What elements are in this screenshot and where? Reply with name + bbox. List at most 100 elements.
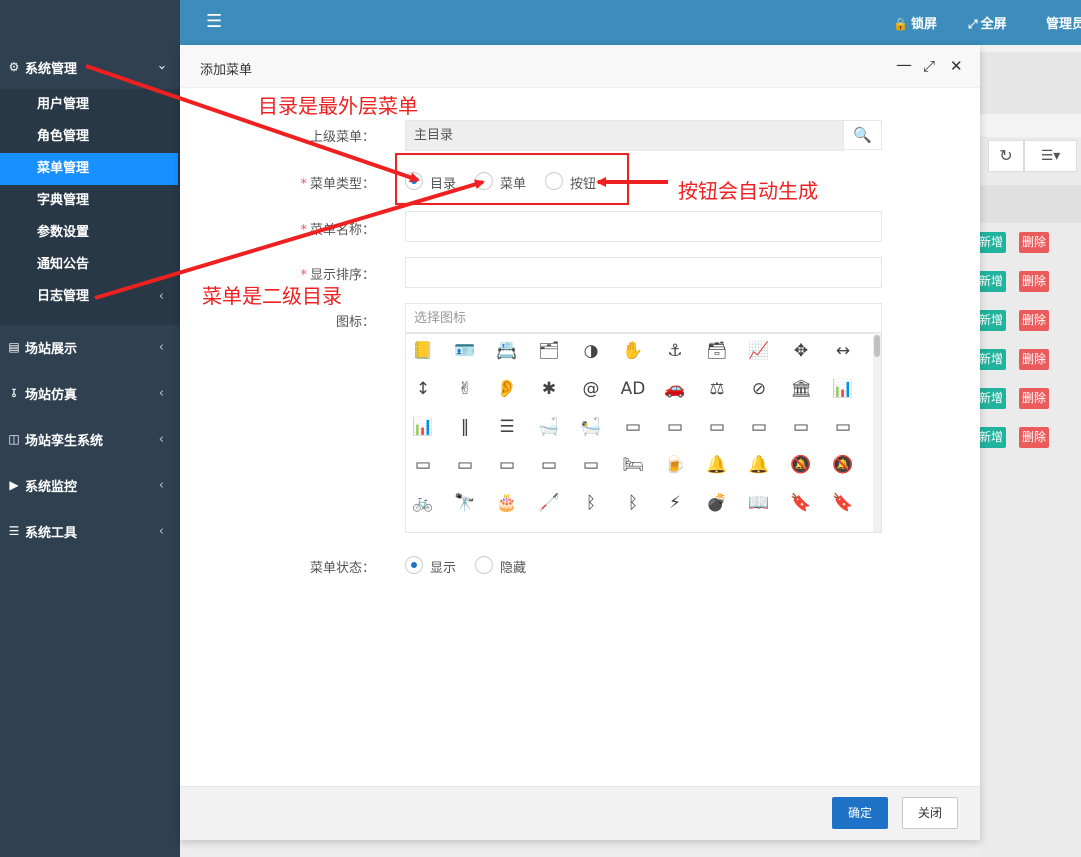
confirm-button[interactable]: 确定 xyxy=(832,797,888,829)
background-add-button[interactable]: 新增 xyxy=(976,310,1007,331)
barcode-icon[interactable]: ‖ xyxy=(452,414,478,440)
battery-1-icon[interactable]: ▭ xyxy=(536,452,562,478)
bell-slash-o-icon[interactable]: 🔕 xyxy=(830,452,856,478)
adjust-icon[interactable]: ◑ xyxy=(578,338,604,364)
sidebar-group-station-sim[interactable]: ⫱ 场站仿真 ‹ xyxy=(0,376,180,410)
sidebar-group-monitor[interactable]: ▶ 系统监控 ‹ xyxy=(0,468,180,502)
at-icon[interactable]: @ xyxy=(578,376,604,402)
sidebar-item-roles[interactable]: 角色管理 xyxy=(0,121,178,153)
minimize-icon[interactable]: — xyxy=(896,55,912,74)
bicycle-icon[interactable]: 🚲 xyxy=(410,490,436,516)
bell-slash-icon[interactable]: 🔕 xyxy=(788,452,814,478)
bar-chart-o-icon[interactable]: 📊 xyxy=(410,414,436,440)
bed-icon[interactable]: 🛏 xyxy=(620,452,646,478)
background-delete-button[interactable]: 删除 xyxy=(1019,427,1050,448)
battery-2-icon[interactable]: ▭ xyxy=(494,452,520,478)
background-add-button[interactable]: 新增 xyxy=(976,271,1007,292)
background-delete-button[interactable]: 删除 xyxy=(1019,388,1050,409)
icon-select-input[interactable]: 选择图标 xyxy=(405,303,882,334)
battery-full-icon[interactable]: ▭ xyxy=(620,414,646,440)
bolt-icon[interactable]: ⚡ xyxy=(662,490,688,516)
bar-chart-icon[interactable]: 📊 xyxy=(830,376,856,402)
birthday-cake-icon[interactable]: 🎂 xyxy=(494,490,520,516)
background-delete-button[interactable]: 删除 xyxy=(1019,310,1050,331)
ban-icon[interactable]: ⊘ xyxy=(746,376,772,402)
hamburger-menu-icon[interactable]: ☰ xyxy=(206,11,222,32)
status-hide-radio[interactable] xyxy=(475,556,493,574)
background-delete-button[interactable]: 删除 xyxy=(1019,232,1050,253)
sidebar-group-tools[interactable]: ☰ 系统工具 ‹ xyxy=(0,514,180,548)
car-icon[interactable]: 🚗 xyxy=(662,376,688,402)
background-add-button[interactable]: 新增 xyxy=(976,388,1007,409)
sidebar-item-notices[interactable]: 通知公告 xyxy=(0,249,178,281)
background-toolbar-refresh-icon[interactable]: ↻ xyxy=(988,140,1024,172)
maximize-icon[interactable]: ⤢ xyxy=(923,57,935,75)
background-add-button[interactable]: 新增 xyxy=(976,349,1007,370)
sidebar-item-users[interactable]: 用户管理 xyxy=(0,89,178,121)
area-chart-icon[interactable]: 📈 xyxy=(746,338,772,364)
admin-user-menu[interactable]: 管理员 xyxy=(1046,13,1081,32)
bluetooth-icon[interactable]: ᛒ xyxy=(578,490,604,516)
status-show-radio[interactable] xyxy=(405,556,423,574)
sidebar-item-logs[interactable]: 日志管理 ‹ xyxy=(0,281,178,313)
arrows-icon[interactable]: ✥ xyxy=(788,338,814,364)
id-card-o-icon[interactable]: 🗂 xyxy=(536,338,562,364)
battery-empty-icon[interactable]: ▭ xyxy=(662,414,688,440)
bomb-icon[interactable]: 💣 xyxy=(704,490,730,516)
battery-0-icon[interactable]: ▭ xyxy=(410,452,436,478)
audio-description-icon[interactable]: AD xyxy=(620,376,646,402)
address-card-icon[interactable]: 🪪 xyxy=(452,338,478,364)
sidebar-group-station-display[interactable]: ▤ 场站展示 ‹ xyxy=(0,330,180,364)
close-icon[interactable]: ✕ xyxy=(950,57,963,75)
order-input[interactable] xyxy=(405,257,882,288)
bookmark-icon[interactable]: 🔖 xyxy=(788,490,814,516)
parent-menu-input[interactable]: 主目录 xyxy=(405,120,844,151)
anchor-icon[interactable]: ⚓ xyxy=(662,338,688,364)
arrows-v-icon[interactable]: ↕ xyxy=(410,376,436,402)
background-delete-button[interactable]: 删除 xyxy=(1019,349,1050,370)
sign-language-icon[interactable]: ✌ xyxy=(452,376,478,402)
sidebar-item-dicts[interactable]: 字典管理 xyxy=(0,185,178,217)
close-button[interactable]: 关闭 xyxy=(902,797,958,829)
scrollbar-thumb[interactable] xyxy=(874,335,880,357)
bell-icon[interactable]: 🔔 xyxy=(704,452,730,478)
bank-icon[interactable]: 🏛 xyxy=(788,376,814,402)
lock-screen-button[interactable]: 🔒 锁屏 xyxy=(893,13,937,32)
address-book-icon[interactable]: 📒 xyxy=(410,338,436,364)
id-card-icon[interactable]: 📇 xyxy=(494,338,520,364)
sidebar-item-menus[interactable]: 菜单管理 xyxy=(0,153,178,185)
sidebar-item-params[interactable]: 参数设置 xyxy=(0,217,178,249)
bell-o-icon[interactable]: 🔔 xyxy=(746,452,772,478)
blind-icon[interactable]: 🦯 xyxy=(536,490,562,516)
book-icon[interactable]: 📖 xyxy=(746,490,772,516)
battery-4-icon[interactable]: ▭ xyxy=(578,452,604,478)
battery-half-icon[interactable]: ▭ xyxy=(746,414,772,440)
battery-icon[interactable]: ▭ xyxy=(830,414,856,440)
bookmark-o-icon[interactable]: 🔖 xyxy=(830,490,856,516)
bluetooth-b-icon[interactable]: ᛒ xyxy=(620,490,646,516)
deaf-icon[interactable]: 👂 xyxy=(494,376,520,402)
arrows-h-icon[interactable]: ↔ xyxy=(830,338,856,364)
background-delete-button[interactable]: 删除 xyxy=(1019,271,1050,292)
sidebar-group-system[interactable]: ⚙ 系统管理 › xyxy=(0,50,180,84)
icon-panel-scrollbar[interactable] xyxy=(873,333,881,532)
battery-quarter-icon[interactable]: ▭ xyxy=(704,414,730,440)
bars-icon[interactable]: ☰ xyxy=(494,414,520,440)
fullscreen-button[interactable]: ⤢ 全屏 xyxy=(968,13,1007,32)
bath-icon[interactable]: 🛁 xyxy=(536,414,562,440)
background-add-button[interactable]: 新增 xyxy=(976,232,1007,253)
archive-icon[interactable]: 🗃 xyxy=(704,338,730,364)
battery-3-icon[interactable]: ▭ xyxy=(452,452,478,478)
binoculars-icon[interactable]: 🔭 xyxy=(452,490,478,516)
sidebar-group-digital-twin[interactable]: ◫ 场站孪生系统 ‹ xyxy=(0,422,180,456)
background-add-button[interactable]: 新增 xyxy=(976,427,1007,448)
search-icon[interactable]: 🔍 xyxy=(843,120,882,150)
asterisk-icon[interactable]: ✱ xyxy=(536,376,562,402)
american-sign-language-icon[interactable]: ✋ xyxy=(620,338,646,364)
battery-three-quarters-icon[interactable]: ▭ xyxy=(788,414,814,440)
beer-icon[interactable]: 🍺 xyxy=(662,452,688,478)
menu-name-input[interactable] xyxy=(405,211,882,242)
background-toolbar-columns-icon[interactable]: ☰▾ xyxy=(1024,140,1077,172)
balance-scale-icon[interactable]: ⚖ xyxy=(704,376,730,402)
bathtub-icon[interactable]: 🛀 xyxy=(578,414,604,440)
